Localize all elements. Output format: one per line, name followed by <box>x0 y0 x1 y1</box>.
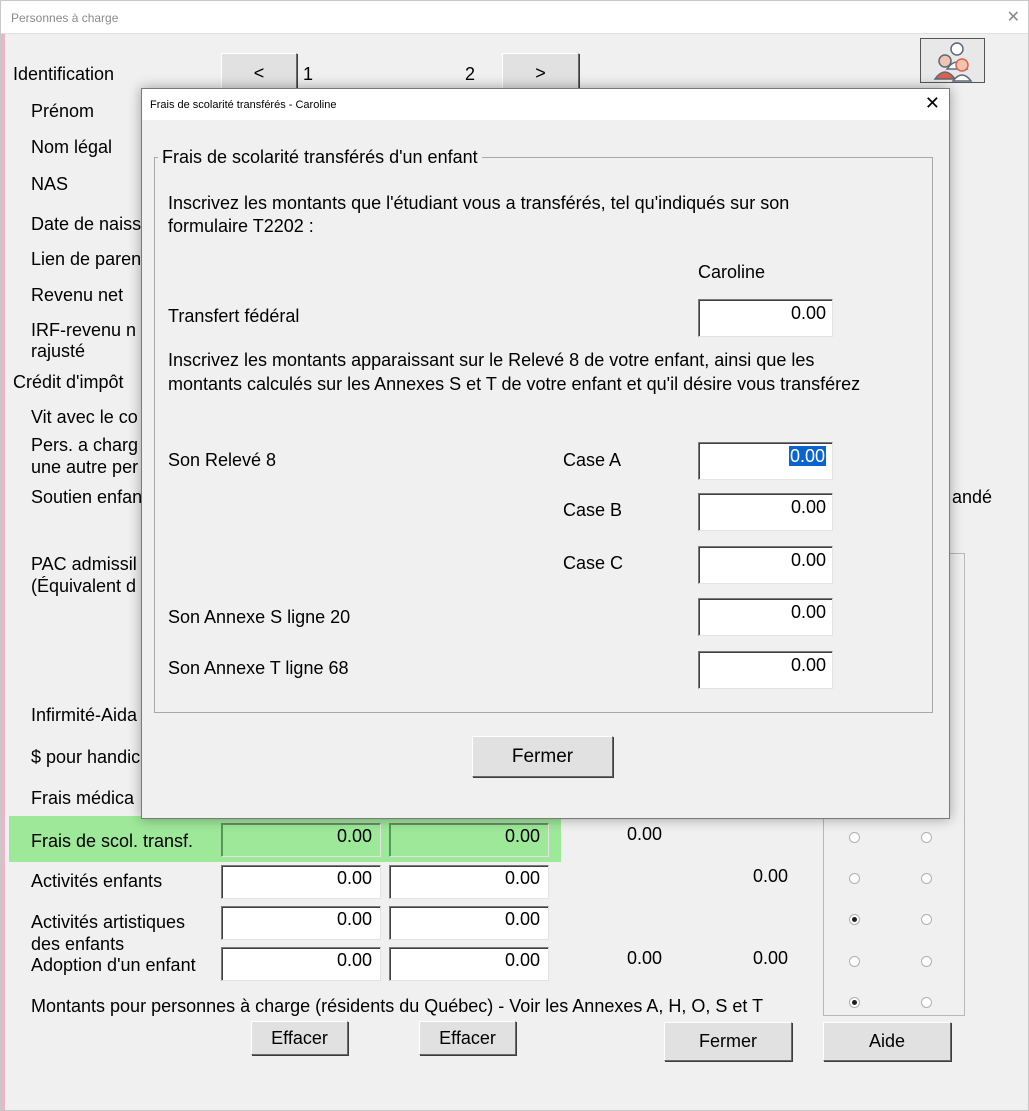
section-credit-impot: Crédit d'impôt <box>13 372 124 392</box>
adoption-radio-1[interactable] <box>849 956 860 967</box>
label-nas: NAS <box>31 174 69 194</box>
section-identification: Identification <box>13 64 115 84</box>
dialog-titlebar: Frais de scolarité transférés - Caroline… <box>142 89 949 120</box>
next-button[interactable]: > <box>502 53 579 93</box>
main-titlebar: Personnes à charge ✕ <box>1 1 1028 34</box>
label-adoption: Adoption d'un enfant <box>31 955 196 975</box>
frais-scol-col2-field[interactable]: 0.00 <box>389 823 549 857</box>
label-frais-scol: Frais de scol. transf. <box>31 831 194 851</box>
instruction-1-line1: Inscrivez les montants que l'étudiant vo… <box>168 193 790 213</box>
label-date-naissance: Date de naiss <box>31 214 142 234</box>
activites-enfants-col1-field[interactable]: 0.00 <box>221 865 381 899</box>
activites-enfants-radio-1[interactable] <box>849 873 860 884</box>
label-irf-line2: rajusté <box>31 341 86 361</box>
footer-note: Montants pour personnes à charge (réside… <box>31 996 764 1016</box>
aide-button[interactable]: Aide <box>823 1022 951 1061</box>
prev-button[interactable]: < <box>221 53 297 93</box>
instruction-2-line1: Inscrivez les montants apparaissant sur … <box>168 350 815 370</box>
case-c-input[interactable]: 0.00 <box>698 546 833 584</box>
main-window-title: Personnes à charge <box>11 11 119 25</box>
adoption-col1-field[interactable]: 0.00 <box>221 947 381 981</box>
label-revenu-net: Revenu net <box>31 285 124 305</box>
label-activites-enfants: Activités enfants <box>31 871 163 891</box>
label-frais-medicaux: Frais médica <box>31 788 135 808</box>
label-vit-avec: Vit avec le co <box>31 407 138 427</box>
adoption-extra-2: 0.00 <box>753 948 789 968</box>
activites-enfants-total: 0.00 <box>753 866 789 886</box>
frais-scol-total: 0.00 <box>627 824 663 844</box>
dependents-people-icon <box>933 42 973 82</box>
label-annexe-t: Son Annexe T ligne 68 <box>168 658 349 678</box>
activites-artistiques-radio-2[interactable] <box>921 914 932 925</box>
case-a-selected-value: 0.00 <box>788 446 826 466</box>
label-pers-charge-1: Pers. a charg <box>31 435 139 455</box>
label-prenom: Prénom <box>31 101 95 121</box>
label-handicap: $ pour handic <box>31 747 141 767</box>
footer-radio-1[interactable] <box>849 997 860 1008</box>
frais-scol-radio-1[interactable] <box>849 832 860 843</box>
tuition-transfer-dialog: Frais de scolarité transférés - Caroline… <box>141 88 950 819</box>
activites-enfants-radio-2[interactable] <box>921 873 932 884</box>
label-case-a: Case A <box>563 450 622 470</box>
transfert-federal-input[interactable]: 0.00 <box>698 299 833 337</box>
instruction-1-line2: formulaire T2202 : <box>168 216 314 236</box>
annexe-s-input[interactable]: 0.00 <box>698 598 833 636</box>
label-activites-artistiques-2: des enfants <box>31 934 125 954</box>
label-irf-line1: IRF-revenu n <box>31 320 137 340</box>
label-soutien: Soutien enfan <box>31 487 143 507</box>
label-case-b: Case B <box>563 500 623 520</box>
label-releve8: Son Relevé 8 <box>168 450 277 470</box>
adoption-radio-2[interactable] <box>921 956 932 967</box>
label-case-c: Case C <box>563 553 624 573</box>
activites-artistiques-col2-field[interactable]: 0.00 <box>389 906 549 940</box>
case-b-input[interactable]: 0.00 <box>698 493 833 531</box>
label-annexe-s: Son Annexe S ligne 20 <box>168 607 351 627</box>
label-lien-parente: Lien de paren <box>31 249 142 269</box>
label-infirmite: Infirmité-Aida <box>31 705 138 725</box>
activites-artistiques-col1-field[interactable]: 0.00 <box>221 906 381 940</box>
label-activites-artistiques-1: Activités artistiques <box>31 912 186 932</box>
label-transfert-federal: Transfert fédéral <box>168 306 300 326</box>
effacer-col1-button[interactable]: Effacer <box>251 1021 348 1055</box>
main-close-icon[interactable]: ✕ <box>1007 7 1020 27</box>
label-demande-fragment: andé <box>952 487 993 507</box>
annexe-t-input[interactable]: 0.00 <box>698 651 833 689</box>
activites-artistiques-radio-1[interactable] <box>849 914 860 925</box>
effacer-col2-button[interactable]: Effacer <box>419 1021 516 1055</box>
column-1-header: 1 <box>303 64 314 84</box>
column-2-header: 2 <box>465 64 476 84</box>
groupbox-title: Frais de scolarité transférés d'un enfan… <box>158 147 482 168</box>
footer-radio-2[interactable] <box>921 997 932 1008</box>
close-icon[interactable]: ✕ <box>925 93 940 114</box>
activites-enfants-col2-field[interactable]: 0.00 <box>389 865 549 899</box>
adoption-extra-1: 0.00 <box>627 948 663 968</box>
label-pac-1: PAC admissil <box>31 554 137 574</box>
frais-scol-radio-2[interactable] <box>921 832 932 843</box>
case-a-input[interactable]: 0.00 <box>698 442 833 480</box>
adoption-col2-field[interactable]: 0.00 <box>389 947 549 981</box>
side-strip <box>1 34 5 1110</box>
column-header-caroline: Caroline <box>698 262 766 282</box>
dialog-title: Frais de scolarité transférés - Caroline <box>150 99 337 111</box>
frais-scol-col1-field[interactable]: 0.00 <box>221 823 381 857</box>
main-fermer-button[interactable]: Fermer <box>664 1022 792 1061</box>
label-nom-legal: Nom légal <box>31 137 113 157</box>
dialog-fermer-button[interactable]: Fermer <box>472 736 613 777</box>
label-pers-charge-2: une autre per <box>31 457 139 477</box>
dependents-button[interactable] <box>920 38 985 83</box>
instruction-2-line2: montants calculés sur les Annexes S et T… <box>168 374 861 394</box>
label-pac-2: (Équivalent d <box>31 576 137 596</box>
